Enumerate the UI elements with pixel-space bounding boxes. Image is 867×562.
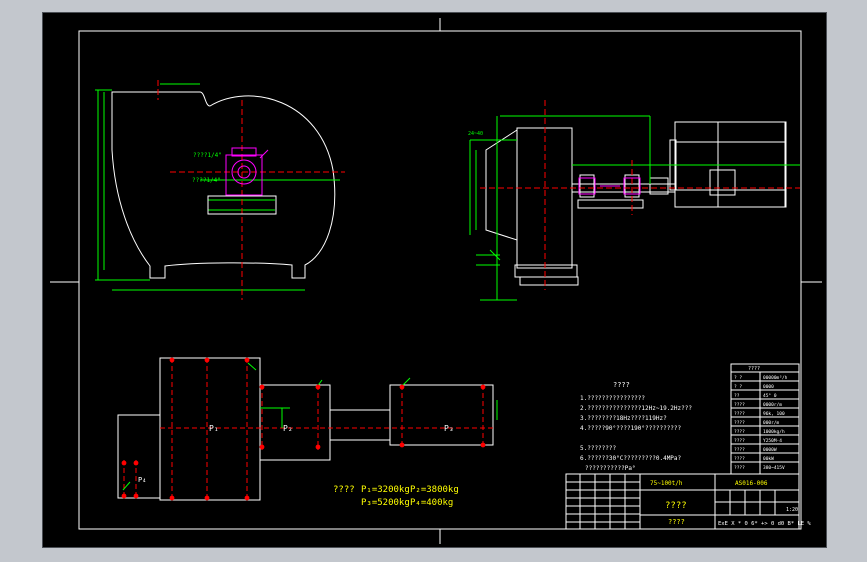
loads-prefix: ???? [333, 485, 355, 495]
plan-label-p2: P₂ [283, 424, 293, 433]
note-4: 4.?????90°????190°?????????? [580, 425, 682, 432]
param-val-5: 96k, 100 [763, 411, 785, 417]
param-val-8: Y250M-4 [763, 438, 782, 444]
side-label-upper: ????1/4" [193, 152, 222, 159]
title-drawing-no: AS016-006 [735, 480, 768, 487]
note-5: 5.???????? [580, 445, 617, 452]
fan-dimensions [95, 83, 340, 291]
fan-centerlines [157, 80, 345, 300]
load-p3: P₃=5200kg [361, 498, 410, 508]
plan-label-p4: P₄ [138, 476, 146, 484]
notes-title: ???? [613, 381, 630, 389]
note-3: 3.????????18Hz????119Hz? [580, 415, 667, 422]
plan-label-p1: P₁ [209, 424, 219, 433]
param-header: ???? [748, 366, 760, 372]
param-val-3: 45° 0 [763, 393, 777, 399]
note-7: ???????????Pa° [585, 465, 636, 472]
load-p2: P₂=3800kg [410, 485, 459, 495]
plan-dimensions [122, 362, 498, 491]
param-key-2: ? ? [734, 384, 742, 390]
cad-drawing: ????1/4" ????1/4" 24~40 P₁ P₂ P₃ P₄ ????… [50, 18, 822, 544]
title-project: 75~100t/h [650, 480, 683, 487]
param-key-3: ?? [734, 393, 740, 399]
plan-anchor-bolts [121, 357, 486, 501]
param-key-11: ???? [734, 465, 745, 471]
param-val-6: 000r/m [763, 420, 780, 426]
fan-front-view [485, 121, 787, 286]
param-key-8: ???? [734, 438, 745, 444]
foundation-plan [117, 357, 494, 501]
note-1: 1.???????????????? [580, 395, 645, 402]
title-scale: 1:20 [786, 507, 798, 513]
fan-side-view [111, 91, 336, 279]
param-rows: ? ? 00000m³/h ? ? 0000 ?? 45° 0 ???? 0000r/m… [734, 375, 788, 471]
param-val-1: 00000m³/h [763, 375, 788, 381]
load-p1: P₁=3200kg [361, 485, 410, 495]
title-footer: ExE X * 0 6* +> 0 d0 B* LE % [718, 521, 811, 527]
title-name: ???? [665, 501, 687, 511]
param-val-7: 1000kg/h [763, 429, 785, 435]
param-key-10: ???? [734, 456, 745, 462]
param-key-9: ???? [734, 447, 745, 453]
param-val-10: 00kW [763, 456, 774, 462]
load-p4: P₄=400kg [410, 498, 453, 508]
plan-centerlines [123, 358, 495, 500]
param-key-6: ???? [734, 420, 745, 426]
note-2: 2.???????????????12Hz~19.2Hz??? [580, 405, 692, 412]
param-key-7: ???? [734, 429, 745, 435]
param-val-11: 380~415V [763, 465, 785, 471]
param-val-4: 0000r/m [763, 402, 782, 408]
side-label-lower: ????1/4" [192, 177, 221, 184]
param-key-4: ???? [734, 402, 745, 408]
param-val-2: 0000 [763, 384, 774, 390]
plan-label-p3: P₃ [444, 424, 454, 433]
inner-border [78, 30, 802, 530]
param-key-5: ???? [734, 411, 745, 417]
note-6: 6.??????30°C?????????0.4MPa? [580, 455, 682, 462]
title-sub: ???? [668, 518, 685, 526]
param-key-1: ? ? [734, 375, 742, 381]
cad-viewport[interactable]: ????1/4" ????1/4" 24~40 P₁ P₂ P₃ P₄ ????… [0, 0, 867, 562]
param-val-9: 0000W [763, 447, 777, 453]
dim-left-small: 24~40 [468, 131, 483, 137]
